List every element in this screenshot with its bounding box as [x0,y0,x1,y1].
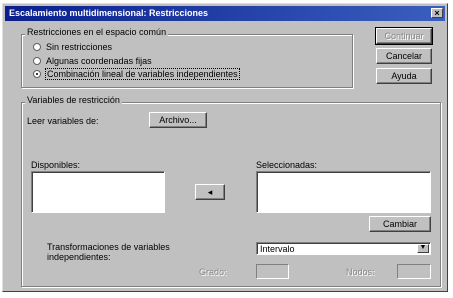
change-button[interactable]: Cambiar [369,216,431,232]
radio-icon [33,43,41,51]
selected-label: Seleccionadas: [256,160,318,170]
transform-select-value: Intervalo [260,244,295,254]
knots-input [397,264,431,279]
common-space-group-label: Restricciones en el espacio común [25,27,169,37]
degree-input [256,264,289,279]
restriction-variables-group-label: Variables de restricción [25,95,122,105]
radio-icon [33,57,41,65]
knots-label: Nodos: [346,267,375,277]
available-variables-list[interactable] [31,171,165,213]
title-bar: Escalamiento multidimensional: Restricci… [5,6,445,21]
selected-variables-list[interactable] [256,171,431,213]
restrictions-dialog: Escalamiento multidimensional: Restricci… [2,3,448,292]
available-label: Disponibles: [31,160,81,170]
transform-label: Transformaciones de variables independie… [47,242,170,262]
radio-label: Algunas coordenadas fijas [46,56,152,66]
file-button[interactable]: Archivo... [149,112,207,128]
cancel-button[interactable]: Cancelar [376,48,432,64]
dialog-title: Escalamiento multidimensional: Restricci… [9,8,209,18]
radio-linear-combination[interactable]: Combinación lineal de variables independ… [33,68,240,80]
continue-button[interactable]: Continuar [375,27,433,45]
move-variable-button[interactable]: ◂ [195,184,225,200]
degree-label: Grado: [199,267,227,277]
radio-no-restrictions[interactable]: Sin restricciones [33,42,112,52]
radio-selected-icon [33,70,41,78]
radio-label: Combinación lineal de variables independ… [45,68,240,80]
help-button[interactable]: Ayuda [376,68,432,84]
radio-label: Sin restricciones [46,42,113,52]
chevron-down-icon[interactable]: ▼ [417,244,429,253]
read-variables-label: Leer variables de: [27,116,99,126]
close-icon[interactable]: × [431,8,443,18]
transform-select[interactable]: Intervalo ▼ [256,242,431,255]
radio-fixed-coordinates[interactable]: Algunas coordenadas fijas [33,56,152,66]
